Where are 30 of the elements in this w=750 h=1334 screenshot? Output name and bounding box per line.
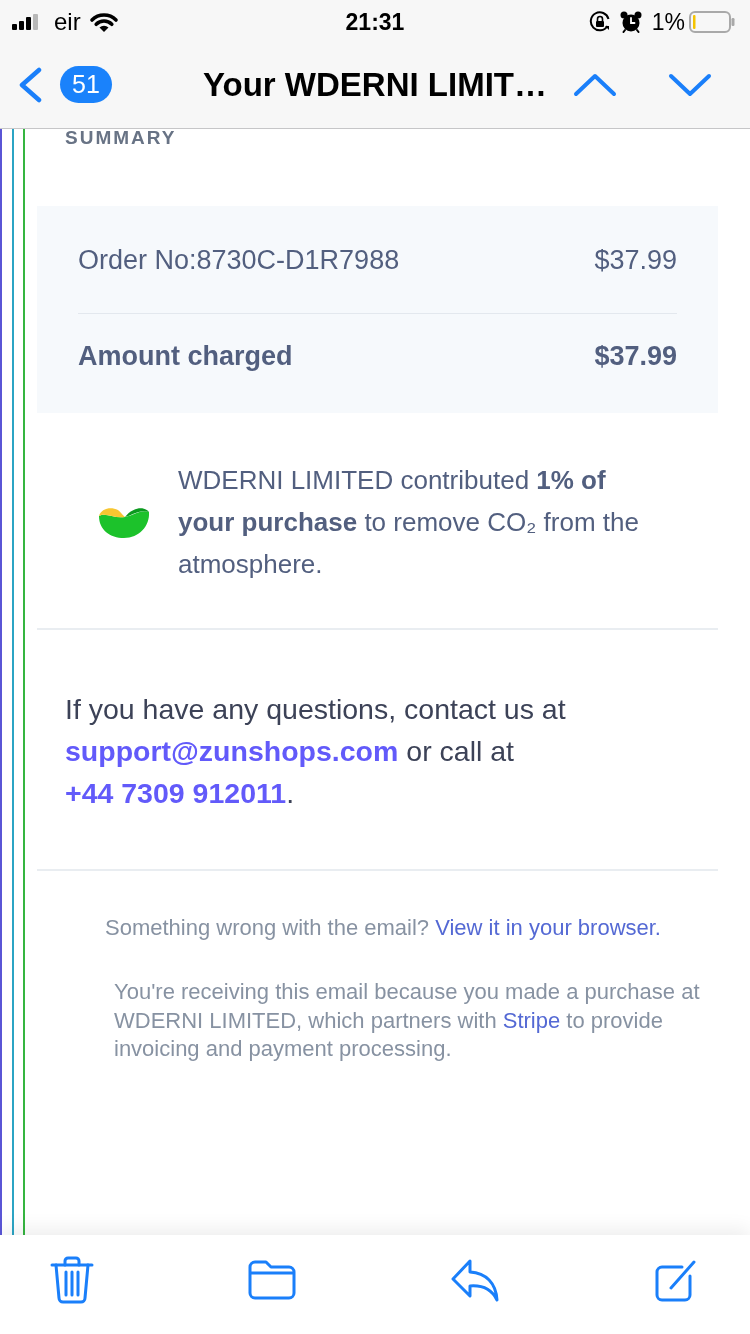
carrier-name: eir	[54, 8, 81, 36]
alarm-icon	[619, 11, 642, 33]
contact-link[interactable]: support@zunshops.com	[65, 735, 399, 767]
reply-icon[interactable]	[450, 1257, 500, 1302]
footer-legal: You're receiving this email because you made a purchase at WDERNI LIMITED, which partners with Stripe to provide invoicing and payment processing.	[113, 978, 701, 1063]
footer-link[interactable]: View it in your browser.	[435, 915, 661, 940]
battery-percent: 1%	[651, 8, 685, 36]
footer-link[interactable]: Stripe	[502, 1007, 561, 1033]
rotation-lock-icon	[588, 11, 611, 33]
footer-notice: Something wrong with the email? View it in your browser.	[104, 914, 662, 942]
status-time: 21:31	[345, 8, 405, 36]
contact-text: If you have any questions, contact us at support@zunshops.com or call at +44 7309 912011.	[64, 692, 567, 811]
summary-amount: $37.99	[594, 341, 677, 371]
unread-count-badge[interactable]: 51	[60, 66, 112, 103]
chevron-down-icon[interactable]	[668, 72, 712, 97]
section-heading: SUMMARY	[64, 129, 178, 147]
signal-icon	[12, 14, 40, 30]
wifi-icon	[88, 11, 119, 33]
contact-link[interactable]: +44 7309 912011	[65, 777, 287, 809]
summary-amount: $37.99	[594, 245, 677, 275]
battery-icon	[689, 11, 735, 33]
chevron-up-icon[interactable]	[573, 72, 617, 97]
nav-title: Your WDERNI LIMIT…	[203, 66, 547, 103]
leaf-icon	[98, 505, 150, 539]
back-icon[interactable]	[18, 66, 42, 103]
folder-icon[interactable]	[248, 1259, 296, 1300]
summary-label: Amount charged	[78, 341, 293, 371]
summary-label: Order No:8730C-D1R7988	[78, 245, 400, 275]
contribution-text: WDERNI LIMITED contributed 1% of your purchase to remove CO₂ from the atmosphere.	[178, 464, 640, 581]
trash-icon[interactable]	[50, 1255, 94, 1304]
